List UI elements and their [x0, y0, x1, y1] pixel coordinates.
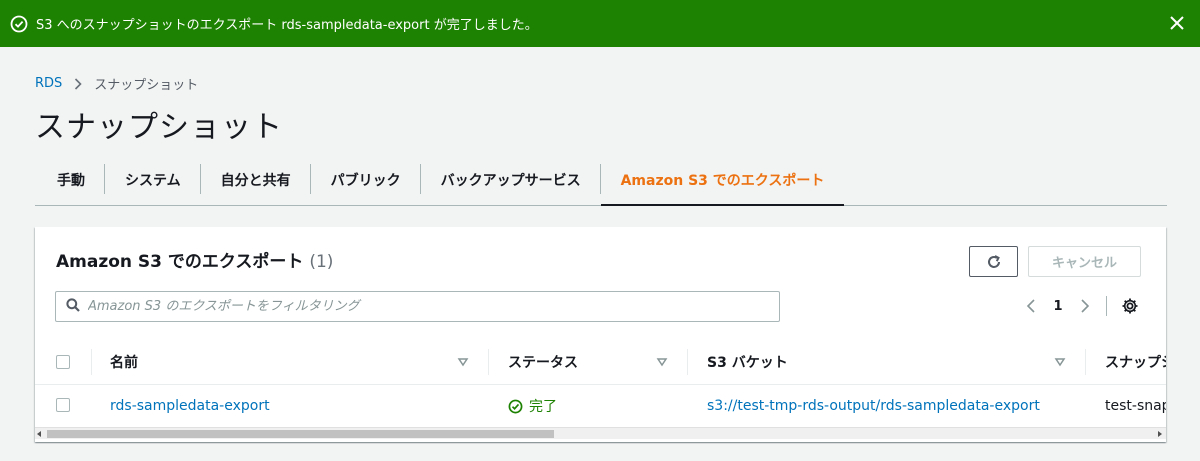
tab-shared-with-me[interactable]: 自分と共有 — [201, 156, 311, 204]
table-row[interactable]: rds-sampledata-export 完了 s3://test-tmp-r… — [35, 385, 1166, 427]
column-header-snapshot[interactable]: スナップシ — [1105, 339, 1166, 385]
status-cell: 完了 — [508, 385, 557, 427]
breadcrumb: RDS スナップショット — [35, 74, 198, 93]
status-success-icon — [508, 399, 523, 413]
scroll-right-icon[interactable] — [1158, 431, 1162, 437]
gear-icon[interactable] — [1119, 295, 1141, 317]
close-icon[interactable] — [1166, 12, 1188, 34]
breadcrumb-current: スナップショット — [94, 78, 199, 93]
column-divider — [91, 349, 92, 375]
tab-system[interactable]: システム — [105, 156, 201, 204]
success-flashbar: S3 へのスナップショットのエクスポート rds-sampledata-expo… — [0, 0, 1200, 47]
scrollbar-thumb[interactable] — [47, 430, 554, 438]
scroll-left-icon[interactable] — [37, 431, 41, 437]
panel-header: Amazon S3 でのエクスポート (1) — [56, 247, 333, 272]
filter-input[interactable] — [88, 299, 768, 314]
cancel-export-button[interactable]: キャンセル — [1028, 246, 1141, 277]
table-header: 名前 ステータス S3 バケット スナップシ — [35, 339, 1166, 385]
previous-page-icon[interactable] — [1020, 295, 1042, 317]
column-header-s3-bucket[interactable]: S3 バケット — [707, 339, 788, 385]
row-checkbox[interactable] — [56, 398, 70, 412]
horizontal-scrollbar[interactable] — [35, 427, 1166, 439]
pagination: 1 — [1020, 295, 1141, 317]
export-name-link[interactable]: rds-sampledata-export — [110, 385, 270, 427]
page-number[interactable]: 1 — [1048, 299, 1068, 314]
snapshot-cell: test-snaps — [1105, 398, 1166, 414]
exports-panel: Amazon S3 でのエクスポート (1) キャンセル 1 名前 ステータス — [35, 227, 1166, 442]
pager-divider — [1106, 296, 1107, 316]
s3-bucket-link[interactable]: s3://test-tmp-rds-output/rds-sampledata-… — [707, 385, 1040, 427]
select-all-checkbox[interactable] — [56, 355, 70, 369]
status-text: 完了 — [529, 399, 557, 415]
check-circle-icon — [10, 15, 28, 33]
tab-backup-service[interactable]: バックアップサービス — [421, 156, 601, 204]
refresh-button[interactable] — [969, 246, 1018, 277]
tab-public[interactable]: パブリック — [311, 156, 421, 204]
sort-down-icon[interactable] — [1054, 356, 1066, 368]
column-divider — [488, 349, 489, 375]
column-header-status[interactable]: ステータス — [508, 339, 578, 385]
breadcrumb-rds-link[interactable]: RDS — [35, 76, 62, 91]
column-header-name[interactable]: 名前 — [110, 339, 138, 385]
tab-bar: 手動 システム 自分と共有 パブリック バックアップサービス Amazon S3… — [35, 156, 1167, 206]
refresh-icon — [987, 254, 1000, 268]
column-divider — [687, 349, 688, 375]
tab-manual[interactable]: 手動 — [35, 156, 105, 204]
tab-exports-in-s3[interactable]: Amazon S3 でのエクスポート — [600, 156, 845, 206]
sort-down-icon[interactable] — [457, 356, 469, 368]
panel-count: (1) — [309, 252, 334, 272]
panel-title: Amazon S3 でのエクスポート — [56, 252, 304, 272]
page-title: スナップショット — [35, 110, 283, 145]
column-divider — [1085, 349, 1086, 375]
sort-down-icon[interactable] — [656, 356, 668, 368]
flash-message: S3 へのスナップショットのエクスポート rds-sampledata-expo… — [36, 18, 538, 33]
filter-field[interactable] — [55, 291, 780, 322]
next-page-icon[interactable] — [1074, 295, 1096, 317]
search-icon — [66, 297, 80, 316]
chevron-right-icon — [74, 77, 82, 90]
